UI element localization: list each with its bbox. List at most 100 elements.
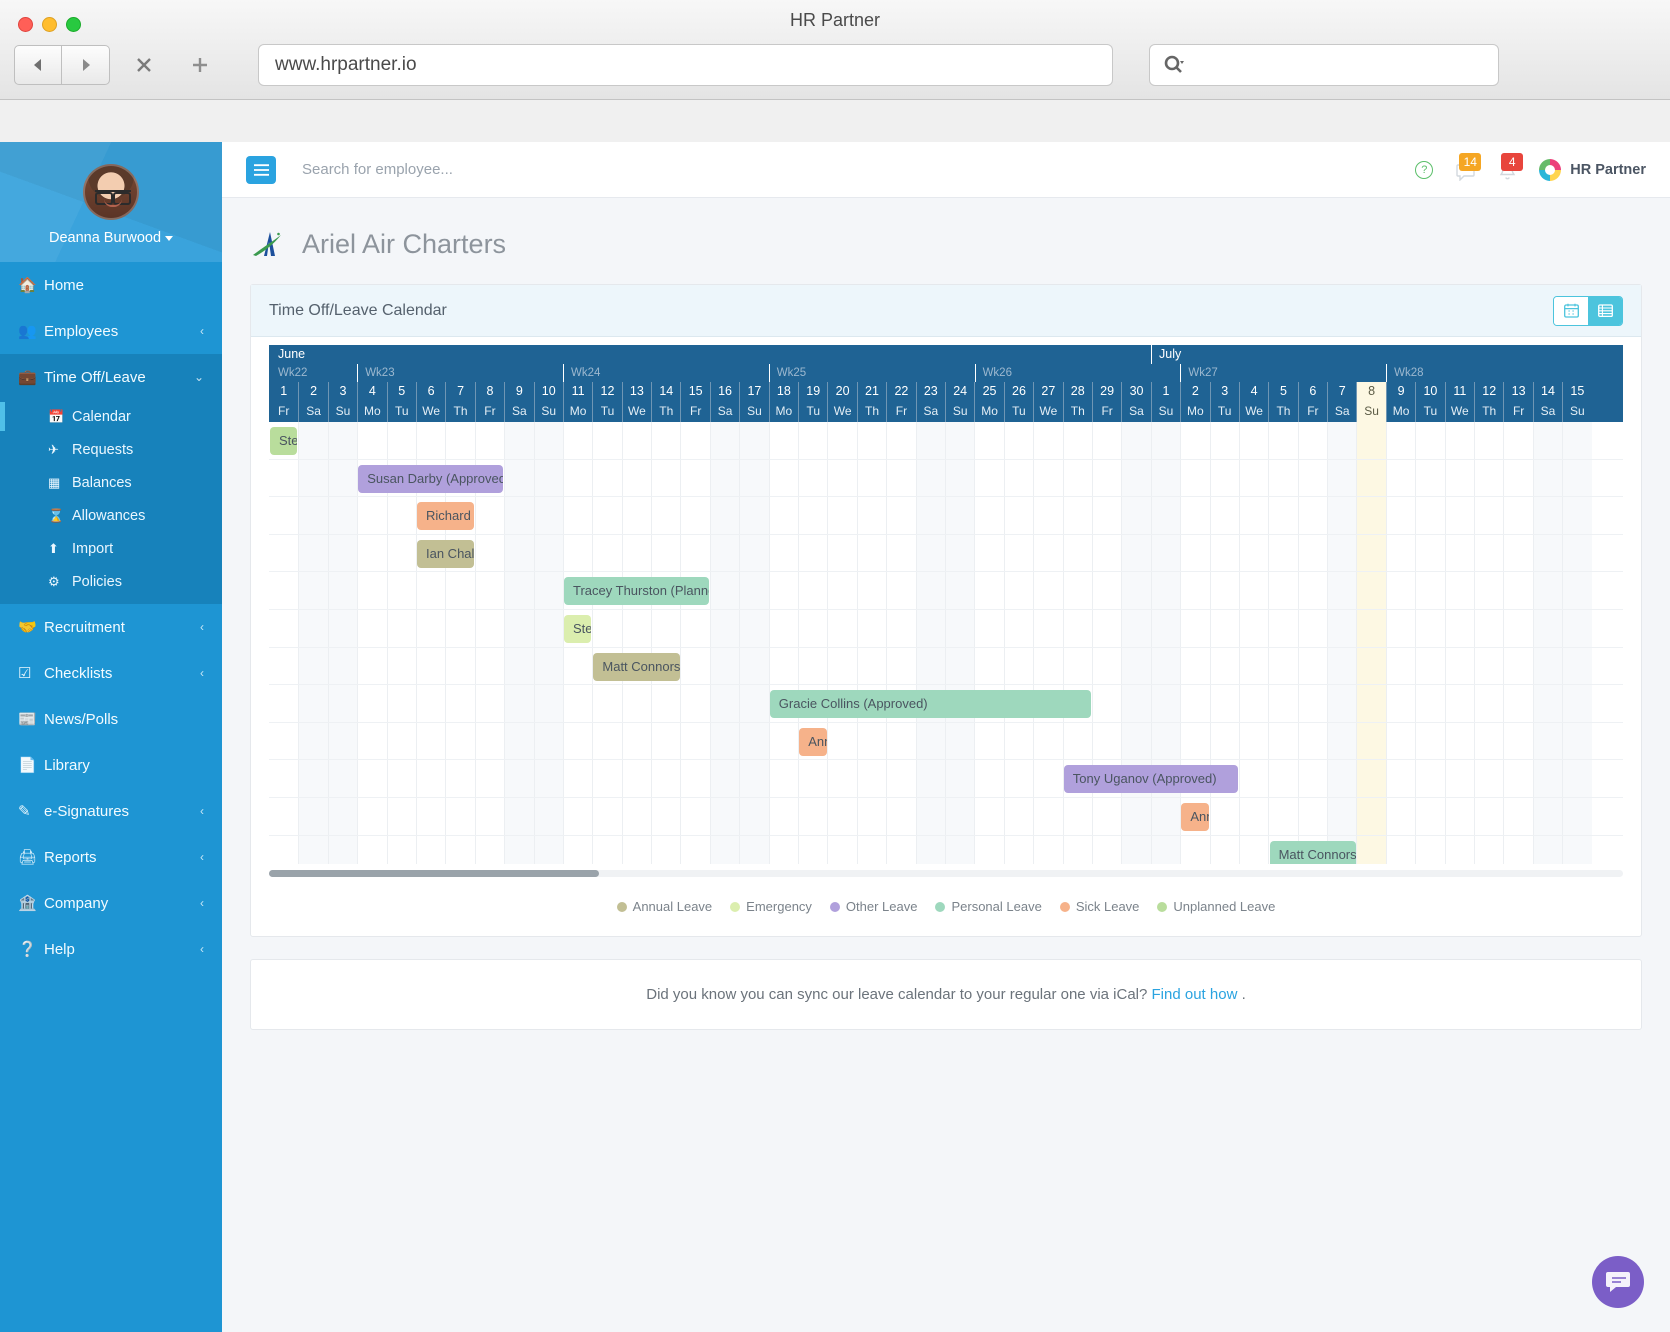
day-name: We — [415, 401, 445, 422]
sidebar-item-e-signatures[interactable]: ✎ e-Signatures ‹ — [0, 788, 222, 834]
sidebar-item-recruitment[interactable]: 🤝 Recruitment ‹ — [0, 604, 222, 650]
leave-bar[interactable]: Annette Jones (Approved) — [1181, 803, 1209, 831]
ical-suffix: . — [1241, 986, 1246, 1003]
forward-arrow-icon[interactable] — [62, 45, 110, 85]
day-number: 15 — [680, 382, 709, 401]
sidebar-subitem-label: Allowances — [72, 507, 146, 524]
leave-bar[interactable]: Tony Uganov (Approved) — [1063, 765, 1239, 794]
page-title: Ariel Air Charters — [302, 228, 507, 259]
leave-bar[interactable]: Ian Chalmers (Approved) — [417, 539, 474, 568]
leave-bar[interactable]: Stephanie Adams (Approved) — [564, 615, 592, 643]
printer-icon: 🖨 — [18, 849, 38, 866]
sidebar-item-label: Reports — [44, 848, 97, 866]
calendar-view-icon[interactable] — [1554, 296, 1588, 325]
hamburger-icon[interactable] — [246, 155, 276, 184]
sidebar-item-time-off-leave[interactable]: 💼 Time Off/Leave ⌄ — [0, 354, 222, 400]
briefcase-icon: 💼 — [18, 369, 37, 386]
leave-bar[interactable]: Matt Connors (Approved) — [1269, 840, 1356, 864]
sidebar-subitem-label: Calendar — [72, 408, 131, 425]
day-name: Sa — [1121, 401, 1150, 422]
sidebar-item-company[interactable]: 🏦 Company ‹ — [0, 880, 222, 926]
sidebar-subitem-label: Requests — [72, 441, 134, 458]
sidebar-subitem-policies[interactable]: ⚙ Policies — [0, 565, 222, 598]
leave-bar[interactable]: Stephanie Adams (Approved) — [270, 427, 298, 455]
browser-search-input[interactable] — [1149, 44, 1499, 86]
day-name: Sa — [1532, 401, 1562, 422]
day-name: Sa — [915, 401, 945, 422]
close-x-icon[interactable] — [120, 45, 168, 85]
browser-window: HR Partner www.hrpartner.io Deanna Burwo… — [0, 0, 1670, 1332]
day-name: We — [1033, 401, 1062, 422]
leave-bar[interactable]: Gracie Collins (Approved) — [769, 690, 1092, 719]
sidebar-item-reports[interactable]: 🖨 Reports ‹ — [0, 834, 222, 880]
sidebar-subitem-balances[interactable]: ▦ Balances — [0, 466, 222, 499]
day-number: 6 — [1297, 382, 1327, 401]
legend-item: Unplanned Leave — [1157, 899, 1275, 914]
ical-link[interactable]: Find out how — [1152, 986, 1238, 1003]
sidebar: Deanna Burwood 🏠 Home 👥 Employees ‹ 💼 Time Off… — [0, 142, 222, 1332]
day-name: We — [827, 401, 856, 422]
users-icon: 👥 — [18, 323, 37, 340]
sidebar-item-label: Employees — [44, 322, 119, 340]
sidebar-user-block[interactable]: Deanna Burwood — [0, 142, 222, 262]
messages-icon[interactable]: 14 — [1455, 152, 1482, 181]
day-number-row: 1 2 3 4 5 6 7 8 9 10 11 12 13 14 15 16 17 18 19 20 21 22 23 24 2… — [269, 382, 1623, 401]
day-name: Tu — [1003, 401, 1033, 422]
calendar-horizontal-scrollbar[interactable] — [269, 864, 1623, 881]
sidebar-subitem-allowances[interactable]: ⌛ Allowances — [0, 499, 222, 532]
ical-text: Did you know you can sync our leave cale… — [646, 986, 1148, 1003]
week-label: Wk23 — [357, 364, 563, 382]
day-name: Sa — [709, 401, 739, 422]
main-area: Search for employee... ? 14 4 HR Partner — [222, 142, 1670, 1332]
sidebar-user-name[interactable]: Deanna Burwood — [0, 230, 222, 246]
alerts-badge: 4 — [1501, 152, 1524, 171]
day-number: 2 — [1180, 382, 1209, 401]
day-name: Fr — [474, 401, 504, 422]
day-number: 27 — [1033, 382, 1062, 401]
day-name: Th — [445, 401, 474, 422]
sidebar-item-employees[interactable]: 👥 Employees ‹ — [0, 308, 222, 354]
sidebar-subitem-calendar[interactable]: 📅 Calendar — [0, 400, 222, 433]
sidebar-item-label: Time Off/Leave — [44, 368, 146, 386]
brand-name: HR Partner — [1570, 161, 1646, 178]
day-name: Mo — [562, 401, 592, 422]
day-name: Th — [651, 401, 680, 422]
day-number: 16 — [709, 382, 739, 401]
leave-bar[interactable]: Annette Jones (Approved) — [799, 727, 827, 756]
calendar-card-title: Time Off/Leave Calendar — [269, 301, 447, 319]
back-arrow-icon[interactable] — [14, 45, 62, 85]
leave-bar[interactable]: Richard Carmichael (Approved) — [417, 502, 474, 531]
scrollbar-thumb[interactable] — [269, 870, 599, 877]
url-text: www.hrpartner.io — [275, 54, 417, 75]
day-number: 11 — [562, 382, 592, 401]
sidebar-item-news-polls[interactable]: 📰 News/Polls — [0, 696, 222, 742]
legend-item: Other Leave — [829, 899, 917, 914]
question-circle-icon[interactable]: ? — [1415, 160, 1434, 179]
search-input[interactable]: Search for employee... — [290, 161, 1401, 178]
view-toggle[interactable] — [1553, 295, 1623, 326]
bell-icon[interactable]: 4 — [1497, 152, 1524, 181]
check-square-icon: ☑ — [18, 665, 32, 682]
day-number: 10 — [1415, 382, 1444, 401]
sidebar-item-library[interactable]: 📄 Library — [0, 742, 222, 788]
list-view-icon[interactable] — [1588, 296, 1622, 325]
leave-bar[interactable]: Matt Connors (Approved) — [593, 652, 680, 681]
day-name: Su — [327, 401, 357, 422]
sidebar-subitem-requests[interactable]: ✈ Requests — [0, 433, 222, 466]
sidebar-item-home[interactable]: 🏠 Home — [0, 262, 222, 308]
sidebar-item-help[interactable]: ❔ Help ‹ — [0, 926, 222, 972]
legend-item: Annual Leave — [616, 899, 712, 914]
sidebar-item-checklists[interactable]: ☑ Checklists ‹ — [0, 650, 222, 696]
plus-icon[interactable] — [176, 45, 224, 85]
brand-logo[interactable]: HR Partner — [1539, 158, 1646, 181]
sidebar-subitem-import[interactable]: ⬆ Import — [0, 532, 222, 565]
week-label: Wk26 — [974, 364, 1181, 382]
day-number: 7 — [1327, 382, 1356, 401]
address-bar[interactable]: www.hrpartner.io — [258, 44, 1113, 86]
leave-bar[interactable]: Susan Darby (Approved) — [358, 464, 504, 493]
leave-bar[interactable]: Tracey Thurston (Planned) — [564, 577, 709, 606]
calendar-scroll-viewport[interactable]: June July Wk22 Wk23 Wk24 Wk25 Wk26 Wk27 Wk28 12… — [269, 345, 1623, 864]
chat-icon[interactable] — [1592, 1256, 1644, 1308]
page-header: Ariel Air Charters — [250, 198, 1642, 284]
day-name: Th — [1268, 401, 1297, 422]
